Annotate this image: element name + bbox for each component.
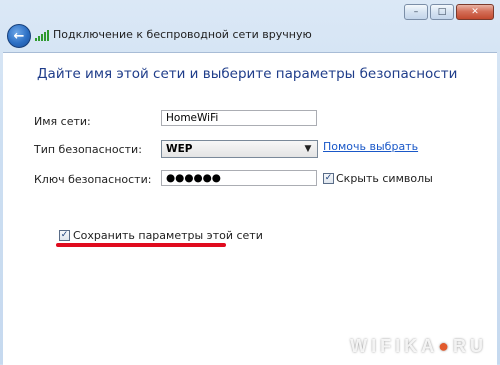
- watermark-text-left: WIFIKA: [350, 336, 439, 356]
- security-type-value: WEP: [166, 143, 193, 155]
- network-name-label: Имя сети:: [34, 115, 91, 128]
- page-heading: Дайте имя этой сети и выберите параметры…: [37, 66, 458, 82]
- security-key-label: Ключ безопасности:: [34, 173, 152, 186]
- close-button[interactable]: ✕: [456, 4, 494, 20]
- site-watermark: WIFIKA●RU: [350, 336, 487, 357]
- security-key-input[interactable]: ●●●●●●: [161, 170, 317, 186]
- watermark-dot: ●: [438, 336, 453, 356]
- highlight-underline: [56, 243, 226, 247]
- wizard-content: Дайте имя этой сети и выберите параметры…: [3, 52, 497, 365]
- save-settings-label: Сохранить параметры этой сети: [73, 229, 263, 242]
- checkmark-icon: ✓: [324, 173, 333, 183]
- security-type-label: Тип безопасности:: [34, 143, 142, 156]
- security-type-select[interactable]: WEP ▼: [161, 140, 318, 158]
- back-button[interactable]: ←: [7, 24, 31, 48]
- title-bar: – □ ✕ ← Подключение к беспроводной сети …: [0, 0, 500, 52]
- wizard-window: – □ ✕ ← Подключение к беспроводной сети …: [0, 0, 500, 365]
- hide-characters-label: Скрыть символы: [336, 172, 433, 185]
- window-title: Подключение к беспроводной сети вручную: [53, 28, 312, 41]
- chevron-down-icon: ▼: [304, 144, 312, 154]
- hide-characters-checkbox[interactable]: ✓: [323, 173, 334, 184]
- minimize-button[interactable]: –: [404, 4, 428, 20]
- help-choose-link[interactable]: Помочь выбрать: [323, 140, 418, 153]
- maximize-button[interactable]: □: [430, 4, 454, 20]
- window-controls: – □ ✕: [404, 4, 494, 20]
- save-settings-checkbox[interactable]: ✓: [59, 230, 70, 241]
- back-arrow-icon: ←: [13, 28, 25, 44]
- network-name-input[interactable]: HomeWiFi: [161, 110, 317, 126]
- checkmark-icon: ✓: [60, 230, 69, 240]
- watermark-text-right: RU: [453, 336, 487, 356]
- wireless-network-icon: [35, 29, 49, 41]
